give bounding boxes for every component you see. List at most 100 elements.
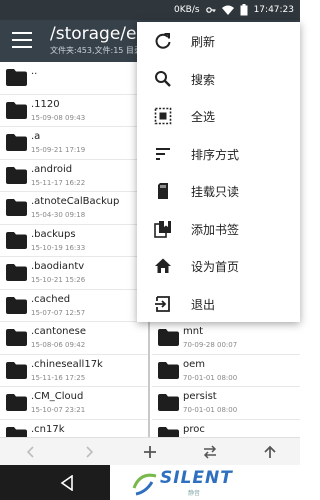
menu-item-label: 刷新 (191, 35, 216, 49)
swirl-logo-icon (132, 473, 157, 496)
file-row[interactable]: .cached 15-07-07 12:57 (0, 290, 148, 322)
forward-arrow-icon[interactable] (80, 442, 100, 462)
file-row[interactable]: mnt 70-09-28 00:07 (152, 322, 300, 355)
file-name: .. (31, 66, 38, 77)
file-name: oem (183, 358, 206, 370)
file-row[interactable]: .atnoteCalBackup 15-04-30 09:18 (0, 192, 148, 225)
file-date: 15-11-16 17:25 (31, 373, 86, 382)
file-row[interactable]: .CM_Cloud 15-10-07 23:21 (0, 387, 148, 420)
watermark-logo: SILENT 静音 (128, 466, 248, 500)
folder-icon (6, 426, 27, 437)
file-name: .cached (31, 293, 71, 305)
menu-item-0[interactable]: 刷新 (137, 22, 300, 60)
file-row[interactable]: .cn17k (0, 420, 148, 437)
folder-icon (6, 361, 27, 379)
menu-item-7[interactable]: 退出 (137, 285, 300, 323)
menu-item-label: 搜索 (191, 72, 216, 87)
folder-icon (6, 394, 27, 411)
watermark-text: SILENT (160, 468, 233, 488)
file-date: 15-10-07 23:21 (31, 406, 86, 414)
file-row[interactable]: .baodiantv 15-10-21 15:26 (0, 257, 148, 290)
sort-icon (153, 144, 173, 164)
menu-item-4[interactable]: 挂载只读 (137, 172, 300, 210)
file-date: 15-10-21 15:26 (31, 276, 86, 284)
network-speed: 0KB/s (174, 5, 200, 15)
select-all-icon (153, 106, 173, 126)
file-name: .cantonese (31, 326, 87, 337)
menu-item-6[interactable]: 设为首页 (137, 247, 300, 285)
folder-icon (158, 426, 179, 437)
file-row[interactable]: .chineseall17k 15-11-16 17:25 (0, 355, 148, 387)
file-row[interactable]: .backups 15-10-19 16:33 (0, 225, 148, 257)
menu-item-5[interactable]: 添加书签 (137, 210, 300, 248)
file-name: .CM_Cloud (31, 391, 84, 402)
swap-panes-icon[interactable] (200, 442, 220, 462)
file-date: 15-07-07 12:57 (31, 308, 86, 317)
file-name: .atnoteCalBackup (31, 196, 120, 207)
file-name: .1120 (31, 98, 60, 110)
overflow-menu: 刷新搜索全选排序方式挂载只读添加书签设为首页退出 (137, 22, 300, 322)
menu-item-label: 添加书签 (191, 222, 240, 237)
status-time: 17:47:23 (253, 5, 294, 15)
nav-back-area (0, 465, 110, 500)
file-date: 70-01-01 08:00 (183, 406, 238, 414)
file-date: 15-11-17 16:22 (31, 178, 86, 187)
up-arrow-icon[interactable] (260, 442, 280, 462)
folder-icon (158, 329, 179, 346)
file-name: proc (183, 423, 205, 435)
file-name: persist (183, 391, 217, 402)
battery-icon (240, 4, 248, 16)
folder-icon (6, 101, 27, 119)
file-name: .baodiantv (31, 261, 85, 272)
folder-icon (6, 69, 27, 86)
menu-item-label: 设为首页 (191, 260, 240, 274)
sd-card-icon (153, 181, 173, 201)
folder-icon (158, 394, 179, 411)
exit-icon (153, 294, 173, 314)
folder-icon (6, 134, 27, 151)
file-date: 70-09-28 00:07 (183, 341, 238, 349)
folder-icon (158, 361, 179, 379)
folder-icon (6, 231, 27, 249)
folder-icon (6, 166, 27, 184)
file-date: 15-04-30 09:18 (31, 211, 86, 219)
menu-item-label: 全选 (191, 110, 216, 124)
menu-item-3[interactable]: 排序方式 (137, 135, 300, 173)
bottom-action-bar (0, 437, 300, 465)
file-name: .chineseall17k (31, 358, 103, 370)
file-date: 70-01-01 08:00 (183, 373, 238, 382)
back-arrow-icon[interactable] (20, 442, 40, 462)
left-file-pane: .. .1120 15-09-08 09:43 .a 15-09-21 17:19 .an… (0, 62, 150, 437)
file-name: mnt (183, 326, 203, 337)
refresh-icon (153, 31, 173, 51)
file-date: 15-08-06 09:42 (31, 341, 86, 349)
nav-back-icon[interactable] (60, 474, 74, 495)
add-icon[interactable] (140, 442, 160, 462)
file-row[interactable]: proc (152, 420, 300, 437)
file-name: .cn17k (31, 423, 65, 435)
folder-icon (6, 296, 27, 314)
file-name: .a (31, 131, 41, 142)
home-icon (153, 256, 173, 276)
file-row[interactable]: .a 15-09-21 17:19 (0, 127, 148, 160)
search-icon (153, 69, 173, 89)
folder-summary: 文件夹:453,文件:15 目录 (50, 46, 142, 55)
menu-item-label: 排序方式 (191, 147, 240, 162)
file-row[interactable]: .android 15-11-17 16:22 (0, 160, 148, 192)
folder-icon (6, 329, 27, 346)
menu-drawer-icon[interactable] (12, 32, 32, 48)
watermark-subtext: 静音 (188, 490, 201, 497)
file-row[interactable]: .1120 15-09-08 09:43 (0, 95, 148, 127)
file-row[interactable]: .cantonese 15-08-06 09:42 (0, 322, 148, 355)
file-date: 15-10-19 16:33 (31, 243, 86, 252)
current-path: /storage/emulated/0 (50, 24, 145, 44)
key-icon (205, 5, 216, 15)
file-row[interactable]: oem 70-01-01 08:00 (152, 355, 300, 387)
menu-item-1[interactable]: 搜索 (137, 60, 300, 98)
status-bar: 0KB/s 17:47:23 (0, 0, 300, 20)
file-row[interactable]: .. (0, 62, 148, 95)
menu-item-label: 挂载只读 (191, 185, 240, 199)
menu-item-2[interactable]: 全选 (137, 97, 300, 135)
folder-icon (6, 264, 27, 281)
file-row[interactable]: persist 70-01-01 08:00 (152, 387, 300, 420)
